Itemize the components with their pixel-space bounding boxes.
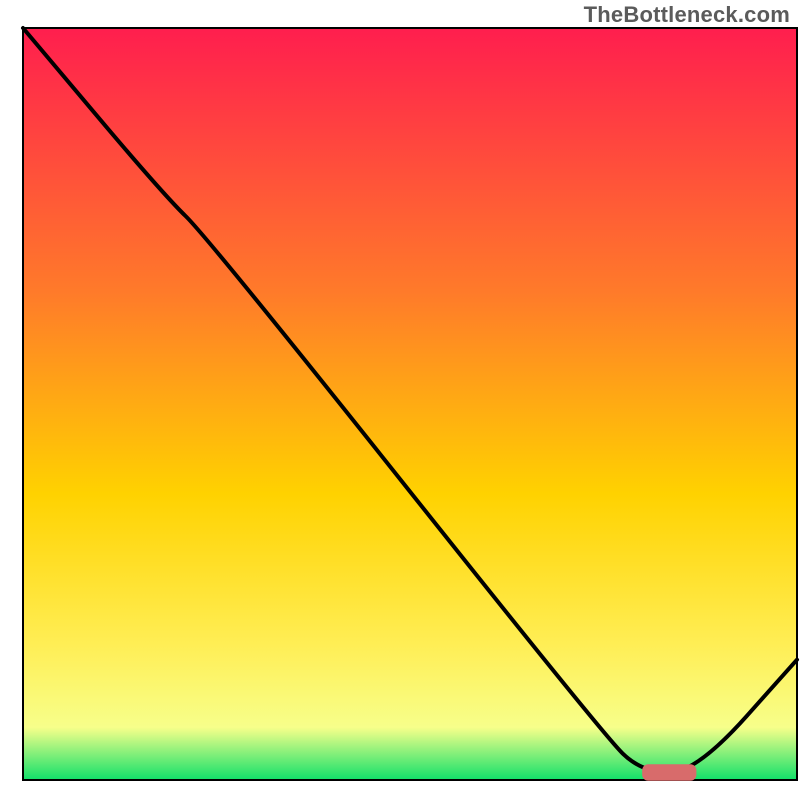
- optimum-marker: [642, 764, 696, 781]
- plot-background: [23, 28, 797, 780]
- bottleneck-chart: [0, 0, 800, 800]
- chart-stage: TheBottleneck.com: [0, 0, 800, 800]
